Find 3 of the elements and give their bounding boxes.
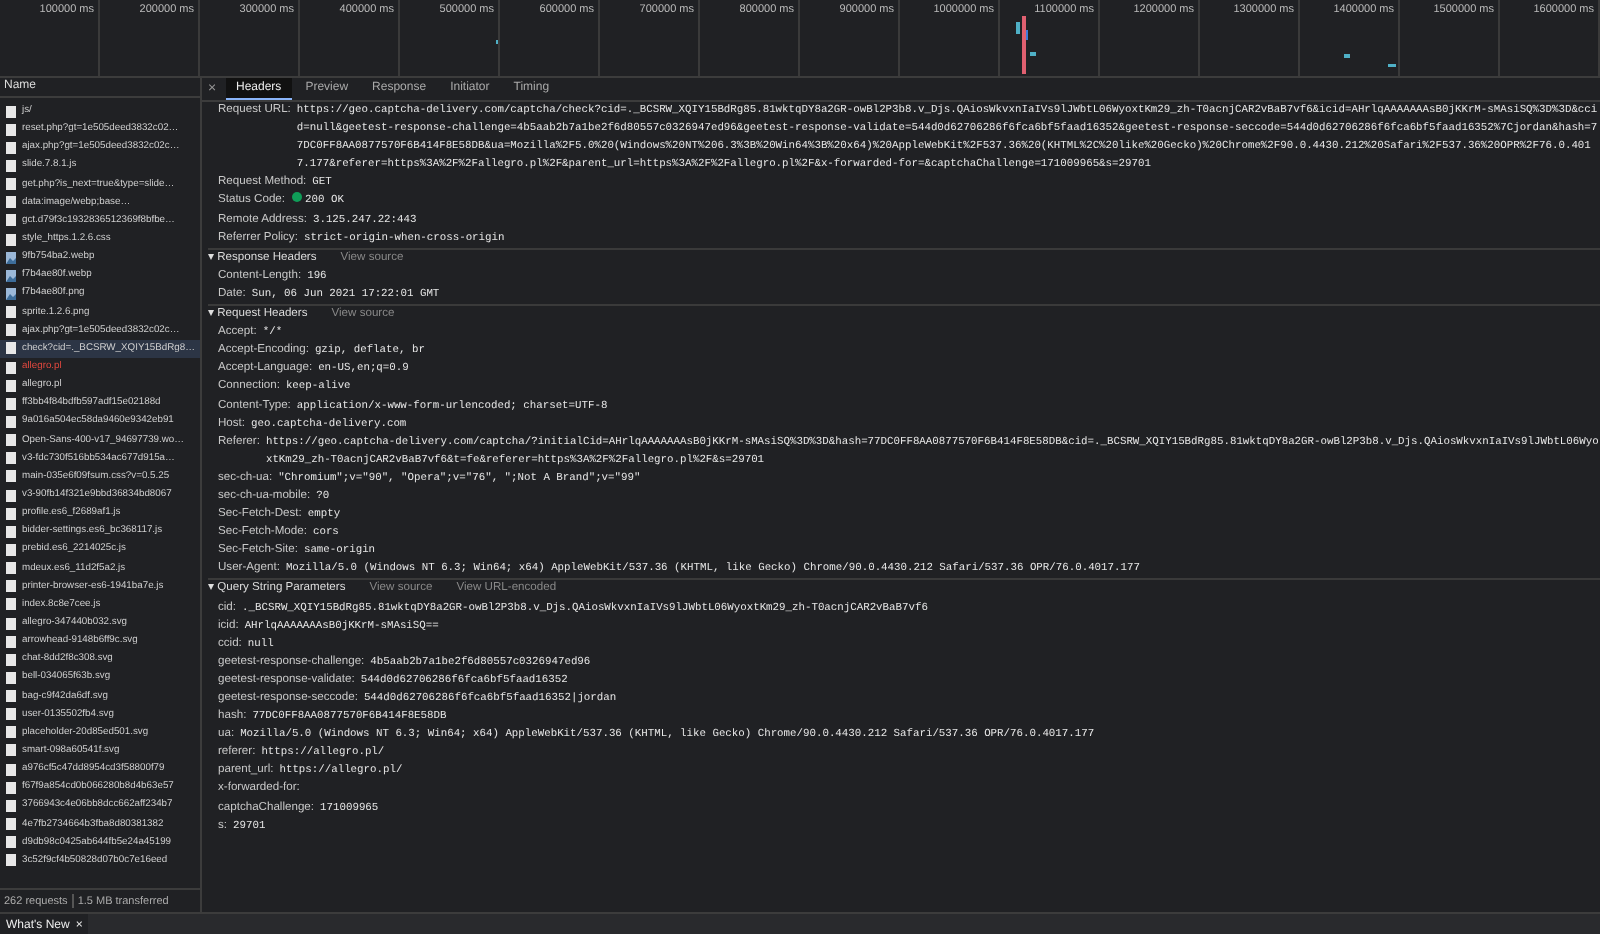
image-file-icon bbox=[6, 287, 16, 300]
image-file-icon bbox=[6, 269, 16, 282]
image-file-icon bbox=[6, 251, 16, 264]
